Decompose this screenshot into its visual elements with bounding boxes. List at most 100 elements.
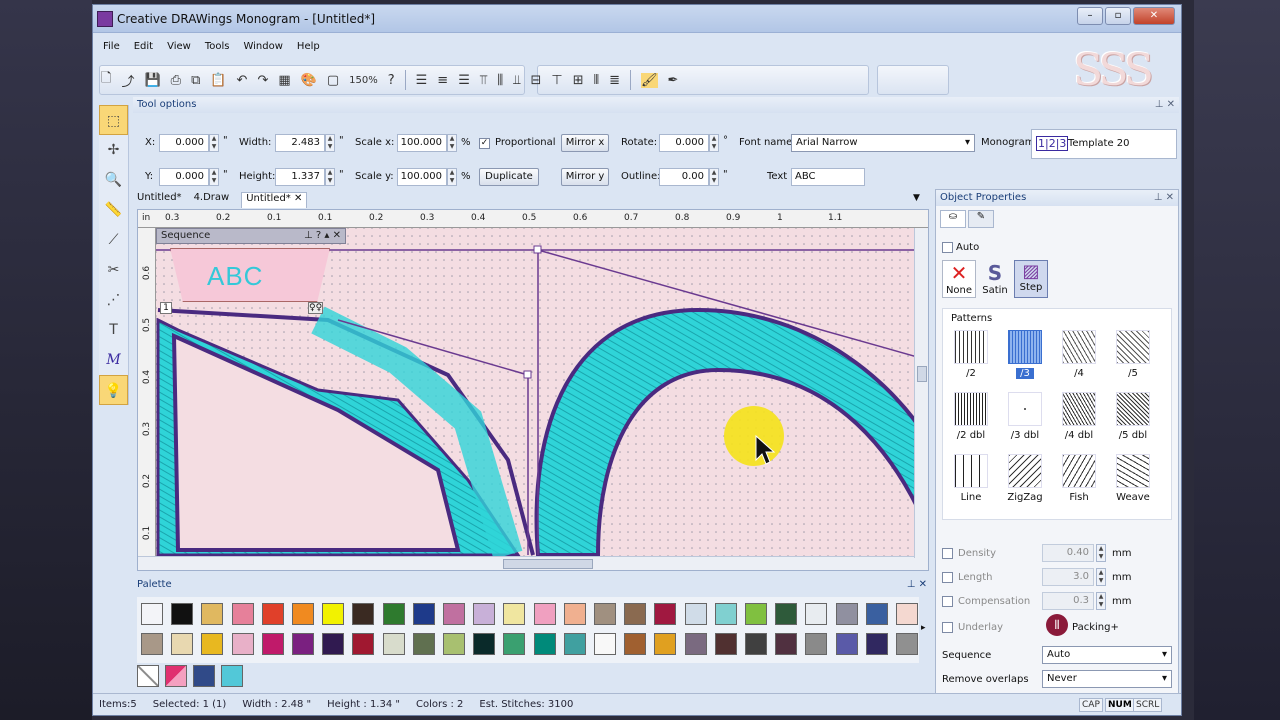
- palette-swatch[interactable]: [835, 603, 858, 625]
- palette-swatch[interactable]: [745, 603, 767, 625]
- palette-swatch[interactable]: [292, 603, 314, 625]
- palette-swatch[interactable]: [473, 633, 496, 655]
- palette-pin-icon[interactable]: ⊥ ✕: [907, 577, 927, 593]
- select-tool-icon[interactable]: ⬚: [99, 105, 128, 135]
- palette-swatch[interactable]: [805, 603, 828, 625]
- palette-swatch[interactable]: [503, 633, 526, 655]
- mirror-x-button[interactable]: Mirror x: [561, 134, 609, 152]
- menu-edit[interactable]: Edit: [134, 41, 153, 57]
- packing-icon[interactable]: ⫴: [1046, 614, 1068, 636]
- node-tool-icon[interactable]: ⟋: [99, 225, 128, 255]
- no-color-icon[interactable]: [137, 665, 159, 687]
- palette-scroll-icon[interactable]: ▸: [921, 623, 926, 633]
- mirror-y-button[interactable]: Mirror y: [561, 168, 609, 186]
- palette-swatch[interactable]: [261, 603, 284, 625]
- pen-icon[interactable]: ✒: [668, 73, 679, 88]
- height-input[interactable]: 1.337: [275, 168, 325, 186]
- palette-swatch[interactable]: [624, 633, 647, 655]
- none-type-button[interactable]: ✕ None: [942, 260, 976, 298]
- scaley-input[interactable]: 100.000: [397, 168, 447, 186]
- brush-icon[interactable]: 🖌: [641, 72, 658, 88]
- print-icon[interactable]: ⎙: [171, 73, 181, 88]
- pattern-swatch[interactable]: [1116, 330, 1150, 364]
- bulb-tool-icon[interactable]: 💡: [99, 375, 128, 405]
- x-spinner[interactable]: ▲ ▼: [209, 134, 219, 152]
- palette-swatch[interactable]: [443, 633, 465, 655]
- space-h-icon[interactable]: ⫴: [594, 73, 599, 88]
- copy-icon[interactable]: ⧉: [191, 73, 200, 88]
- tabs-dropdown-icon[interactable]: ▼: [913, 193, 920, 203]
- palette-swatch[interactable]: [594, 633, 616, 655]
- open-icon[interactable]: ⤴: [121, 71, 134, 90]
- density-input[interactable]: 0.40: [1042, 544, 1094, 562]
- ruler-tool-icon[interactable]: 📏: [99, 195, 128, 225]
- remove-overlaps-select[interactable]: Never: [1042, 670, 1172, 688]
- palette-swatch[interactable]: [805, 633, 828, 655]
- pattern-swatch[interactable]: [1062, 454, 1096, 488]
- align-right-icon[interactable]: ☰: [458, 73, 470, 88]
- y-spinner[interactable]: ▲ ▼: [209, 168, 219, 186]
- palette-swatch[interactable]: [412, 603, 435, 625]
- zoom-level[interactable]: 150%: [349, 75, 378, 86]
- monogram-template-box[interactable]: 1|2|3 Template 20: [1031, 129, 1177, 159]
- step-type-button[interactable]: ▨ Step: [1014, 260, 1048, 298]
- text-input[interactable]: ABC: [791, 168, 865, 186]
- palette-swatch[interactable]: [563, 603, 586, 625]
- height-spinner[interactable]: ▲ ▼: [325, 168, 335, 186]
- palette-swatch[interactable]: [231, 633, 254, 655]
- length-input[interactable]: 3.0: [1042, 568, 1094, 586]
- palette-swatch[interactable]: [533, 633, 556, 655]
- outline-tab-icon[interactable]: ✎: [968, 210, 994, 228]
- object-properties-pin-icon[interactable]: ⊥ ✕: [1154, 190, 1174, 206]
- distribute-h-icon[interactable]: ⊟: [531, 73, 542, 88]
- pattern-swatch[interactable]: [1008, 392, 1042, 426]
- align-bottom-icon[interactable]: ⫫: [513, 73, 520, 88]
- sequence-select[interactable]: Auto: [1042, 646, 1172, 664]
- help-icon[interactable]: ?: [388, 73, 395, 88]
- palette-swatch[interactable]: [714, 603, 737, 625]
- scalex-spinner[interactable]: ▲ ▼: [447, 134, 457, 152]
- palette-swatch[interactable]: [654, 633, 677, 655]
- duplicate-button[interactable]: Duplicate: [479, 168, 539, 186]
- palette-swatch[interactable]: [352, 633, 375, 655]
- palette-swatch[interactable]: [714, 633, 737, 655]
- scalex-input[interactable]: 100.000: [397, 134, 447, 152]
- palette-swatch[interactable]: [322, 603, 345, 625]
- hoop-icon[interactable]: ▢: [327, 73, 339, 88]
- compensation-checkbox[interactable]: [942, 596, 953, 607]
- design-canvas[interactable]: in 0.3 0.2 0.1 0.1 0.2 0.3 0.4 0.5 0.6 0.7 0.8 0.9 1 1…: [137, 209, 929, 571]
- menu-help[interactable]: Help: [297, 41, 320, 57]
- palette-swatch[interactable]: [896, 603, 918, 625]
- distribute-v-icon[interactable]: ⊤: [551, 73, 562, 88]
- align-middle-icon[interactable]: ⫼: [497, 73, 503, 88]
- palette-swatch[interactable]: [533, 603, 556, 625]
- reshape-tool-icon[interactable]: ✢: [99, 135, 128, 165]
- pattern-swatch[interactable]: [1062, 330, 1096, 364]
- pattern-swatch[interactable]: [954, 330, 988, 364]
- auto-checkbox[interactable]: [942, 242, 953, 253]
- palette-swatch[interactable]: [292, 633, 314, 655]
- color-picker-icon[interactable]: [193, 665, 215, 687]
- palette-swatch[interactable]: [201, 633, 224, 655]
- pin-close-icon[interactable]: ⊥ ✕: [1155, 97, 1175, 113]
- pattern-swatch[interactable]: [1116, 454, 1150, 488]
- horizontal-scrollbar[interactable]: [138, 556, 928, 570]
- palette-swatch[interactable]: [322, 633, 345, 655]
- palette-swatch[interactable]: [563, 633, 586, 655]
- menu-window[interactable]: Window: [243, 41, 282, 57]
- space-v-icon[interactable]: ≣: [609, 73, 620, 88]
- palette-swatch[interactable]: [684, 633, 707, 655]
- sequence-controls-icon[interactable]: ⊥ ? ▴ ✕: [304, 229, 341, 243]
- palette-swatch[interactable]: [231, 603, 254, 625]
- scroll-thumb[interactable]: [503, 559, 593, 569]
- knife-tool-icon[interactable]: ✂: [99, 255, 128, 285]
- palette-swatch[interactable]: [684, 603, 707, 625]
- color-swap-icon[interactable]: [165, 665, 187, 687]
- palette-swatch[interactable]: [835, 633, 858, 655]
- rotate-spinner[interactable]: ▲ ▼: [709, 134, 719, 152]
- palette-swatch[interactable]: [261, 633, 284, 655]
- palette-swatch[interactable]: [896, 633, 918, 655]
- palette-swatch[interactable]: [352, 603, 375, 625]
- minimize-button[interactable]: –: [1077, 7, 1103, 25]
- text-tool-icon[interactable]: T: [99, 315, 128, 345]
